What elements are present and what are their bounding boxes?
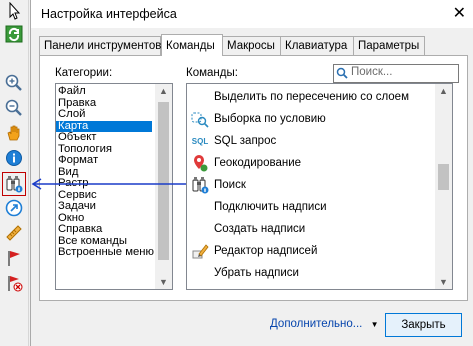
tab-commands[interactable]: Команды	[161, 34, 223, 56]
drag-arrow-overlay	[31, 178, 186, 190]
